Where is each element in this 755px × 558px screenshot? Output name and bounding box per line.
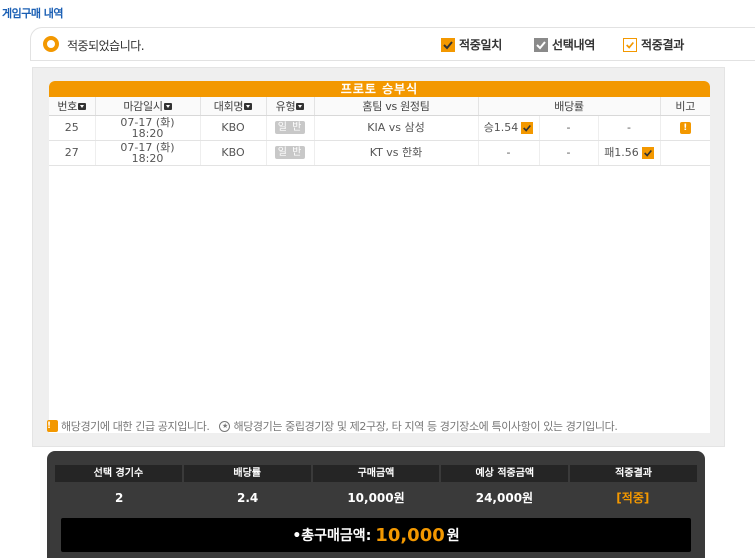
total-purchase-bar: •총구매금액: 10,000 원 — [61, 518, 691, 552]
summary-value-amount: 10,000원 — [347, 491, 405, 505]
status-ring-icon — [43, 36, 59, 52]
purchase-summary: 선택 경기수 배당률 구매금액 예상 적중금액 적중결과 2 2.4 10,00… — [47, 451, 705, 558]
sort-icon[interactable] — [78, 103, 87, 111]
table-row: 25 07-17 (화) 18:20 KBO 일 반 KIA vs 삼성 승1.5… — [49, 115, 710, 141]
legend-match: 적중일치 — [441, 36, 502, 53]
legend-label: 선택내역 — [552, 38, 595, 52]
cell-deadline: 07-17 (화) 18:20 — [95, 115, 201, 141]
summary-header-expected: 예상 적중금액 — [441, 465, 569, 482]
sort-icon[interactable] — [163, 103, 172, 111]
alert-icon[interactable]: ! — [679, 122, 691, 134]
checkbox-checked-icon — [534, 37, 548, 52]
match-table: 번호 마감일시 대회명 유형 홈팀 vs 원정팀 배당률 비고 25 07-17… — [49, 97, 710, 166]
purchase-panel: 프로토 승부식 번호 마감일시 대회명 유형 홈팀 vs 원정팀 배당률 비고 — [32, 67, 725, 447]
alert-icon: ! — [47, 420, 58, 432]
summary-headers: 선택 경기수 배당률 구매금액 예상 적중금액 적중결과 — [55, 465, 697, 482]
sort-icon[interactable] — [244, 103, 253, 111]
notice-neutral: 해당경기는 중립경기장 및 제2구장, 타 지역 등 경기장소에 특이사항이 있… — [233, 420, 618, 433]
status-text: 적중되었습니다. — [67, 39, 145, 53]
cell-league: KBO — [200, 115, 267, 141]
notice-urgent: 해당경기에 대한 긴급 공지입니다. — [61, 420, 210, 433]
cell-deadline: 07-17 (화) 18:20 — [95, 140, 201, 166]
checkbox-outline-icon — [623, 37, 637, 52]
th-match: 홈팀 vs 원정팀 — [314, 97, 479, 116]
th-odds: 배당률 — [478, 97, 661, 116]
th-type[interactable]: 유형 — [266, 97, 315, 116]
legend-result: 적중결과 — [623, 36, 684, 53]
summary-header-result: 적중결과 — [570, 465, 697, 482]
cell-type: 일 반 — [266, 140, 315, 166]
cell-match: KIA vs 삼성 — [314, 115, 479, 141]
cell-type: 일 반 — [266, 115, 315, 141]
cell-note: ! — [660, 115, 710, 141]
th-league[interactable]: 대회명 — [200, 97, 267, 116]
checkbox-checked-icon — [521, 121, 534, 134]
cell-no: 27 — [49, 140, 96, 166]
summary-values: 2 2.4 10,000원 24,000원 [적중] — [55, 489, 697, 507]
type-badge: 일 반 — [274, 121, 306, 134]
total-amount: 10,000 — [375, 524, 445, 546]
star-icon: ★ — [219, 420, 231, 432]
th-note: 비고 — [660, 97, 710, 116]
total-unit: 원 — [446, 528, 460, 544]
sort-icon[interactable] — [296, 103, 305, 111]
notice-line: ! 해당경기에 대한 긴급 공지입니다. ★ 해당경기는 중립경기장 및 제2구… — [47, 418, 618, 434]
th-no[interactable]: 번호 — [49, 97, 96, 116]
legend-label: 적중결과 — [641, 38, 684, 52]
summary-header-odds: 배당률 — [183, 465, 311, 482]
summary-header-count: 선택 경기수 — [55, 465, 182, 482]
legend-label: 적중일치 — [459, 38, 502, 52]
checkbox-checked-icon — [441, 37, 455, 52]
th-deadline[interactable]: 마감일시 — [95, 97, 201, 116]
cell-odd-draw: - — [539, 140, 599, 166]
summary-header-amount: 구매금액 — [312, 465, 440, 482]
table-row: 27 07-17 (화) 18:20 KBO 일 반 KT vs 한화 - - 패… — [49, 140, 710, 166]
type-badge: 일 반 — [274, 146, 306, 159]
cell-odd-draw: - — [539, 115, 599, 141]
legend-selected: 선택내역 — [534, 36, 595, 53]
summary-value-result: [적중] — [616, 491, 650, 505]
checkbox-checked-icon — [641, 146, 654, 159]
cell-odd-lose: 패1.56 — [598, 140, 661, 166]
cell-league: KBO — [200, 140, 267, 166]
cell-no: 25 — [49, 115, 96, 141]
summary-value-odds: 2.4 — [236, 491, 259, 505]
cell-odd-lose: - — [598, 115, 661, 141]
cell-note — [660, 140, 710, 166]
status-bar: 적중되었습니다. 적중일치 선택내역 적중결과 — [30, 27, 755, 61]
summary-value-expected: 24,000원 — [475, 491, 534, 505]
cell-odd-win: - — [478, 140, 540, 166]
match-table-container: 프로토 승부식 번호 마감일시 대회명 유형 홈팀 vs 원정팀 배당률 비고 — [49, 81, 710, 433]
cell-match: KT vs 한화 — [314, 140, 479, 166]
table-title: 프로토 승부식 — [49, 81, 710, 97]
total-label: •총구매금액: — [292, 528, 372, 544]
cell-odd-win: 승1.54 — [478, 115, 540, 141]
summary-value-count: 2 — [115, 491, 124, 505]
page-title: 게임구매 내역 — [2, 7, 64, 20]
